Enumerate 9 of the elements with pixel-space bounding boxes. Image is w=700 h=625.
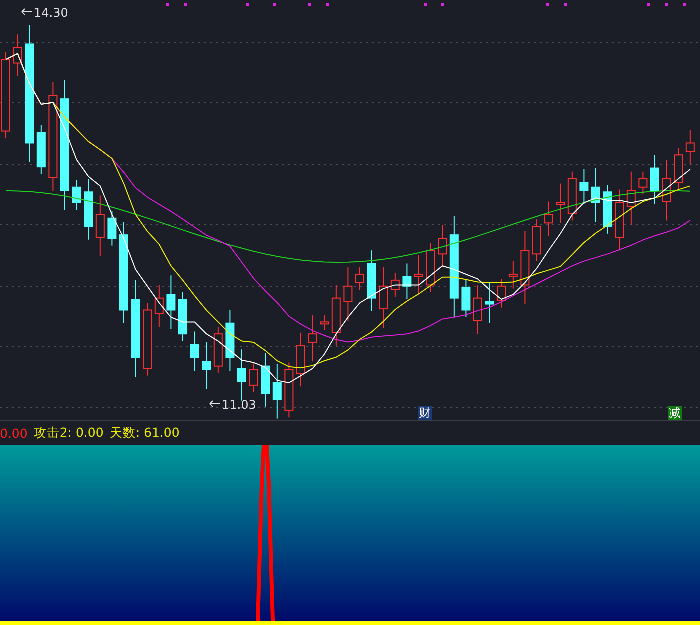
low-price-label: 11.03	[222, 398, 256, 412]
high-price-label: 14.30	[34, 6, 68, 20]
indicator-value: 0.00	[0, 426, 28, 441]
signal-marker: 财	[418, 406, 432, 420]
arrow-icon	[210, 400, 220, 408]
signal-marker: 减	[668, 406, 682, 420]
arrow-icon	[22, 8, 32, 16]
indicator-value: 天数: 61.00	[110, 424, 180, 442]
indicator-value: 攻击2: 0.00	[34, 424, 104, 442]
